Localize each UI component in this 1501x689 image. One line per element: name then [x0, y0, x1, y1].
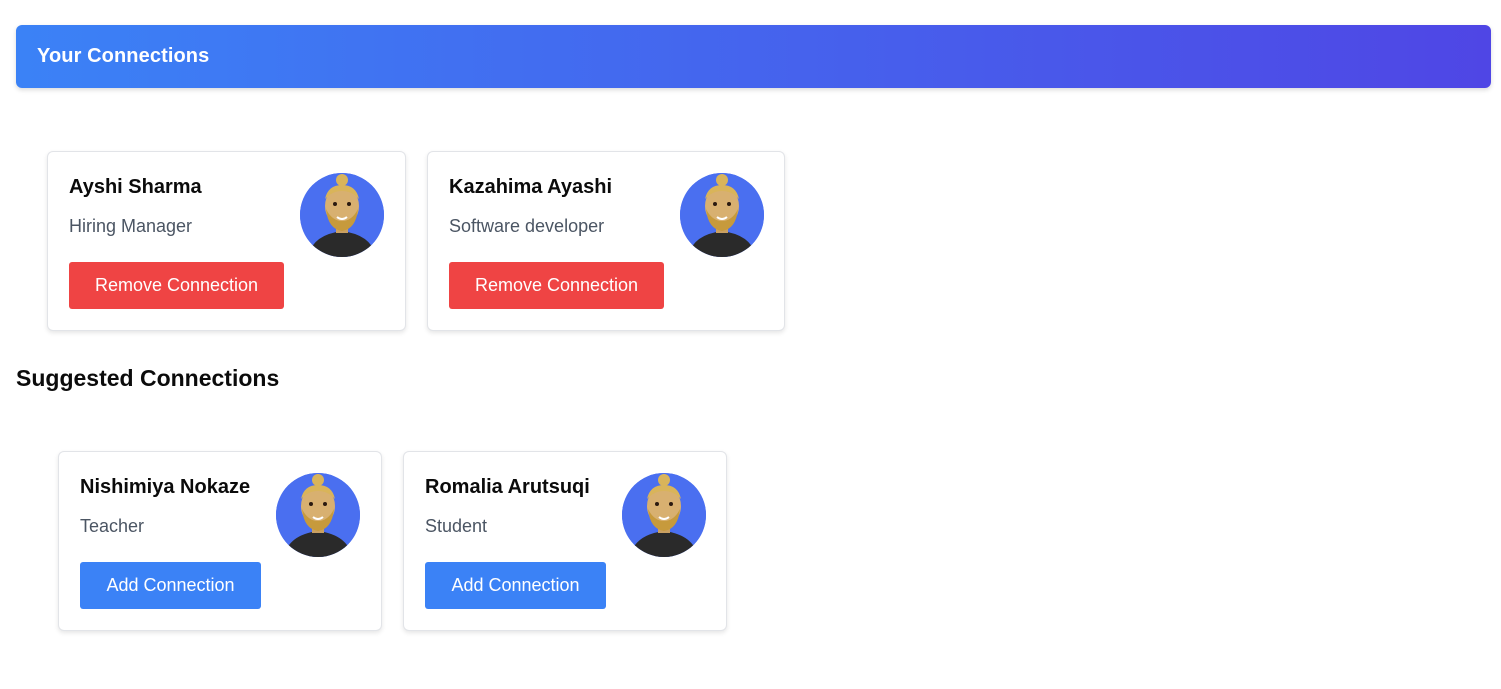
connection-role: Teacher: [80, 516, 145, 536]
connection-name: Romalia Arutsuqi: [425, 476, 590, 498]
avatar: [300, 173, 384, 257]
avatar: [622, 473, 706, 557]
avatar: [276, 473, 360, 557]
avatar-icon: [680, 173, 764, 257]
add-connection-button[interactable]: Add Connection: [425, 562, 606, 609]
connection-card: Ayshi Sharma Hiring Manager Remove Conne…: [47, 151, 406, 331]
avatar: [680, 173, 764, 257]
connections-header: Your Connections: [16, 25, 1491, 88]
page-title: Your Connections: [37, 45, 210, 67]
suggested-connection-card: Nishimiya Nokaze Teacher Add Connection: [58, 451, 382, 631]
avatar-icon: [276, 473, 360, 557]
connection-name: Nishimiya Nokaze: [80, 476, 251, 498]
connection-card: Kazahima Ayashi Software developer Remov…: [427, 151, 785, 331]
avatar-icon: [300, 173, 384, 257]
remove-connection-button[interactable]: Remove Connection: [69, 262, 284, 309]
add-connection-button[interactable]: Add Connection: [80, 562, 261, 609]
connection-role: Hiring Manager: [69, 216, 193, 236]
connection-name: Ayshi Sharma: [69, 176, 202, 198]
avatar-icon: [622, 473, 706, 557]
connection-role: Software developer: [449, 216, 605, 236]
suggested-connections-title: Suggested Connections: [16, 365, 280, 391]
suggested-connection-card: Romalia Arutsuqi Student Add Connection: [403, 451, 727, 631]
connection-role: Student: [425, 516, 488, 536]
remove-connection-button[interactable]: Remove Connection: [449, 262, 664, 309]
connection-name: Kazahima Ayashi: [449, 176, 613, 198]
